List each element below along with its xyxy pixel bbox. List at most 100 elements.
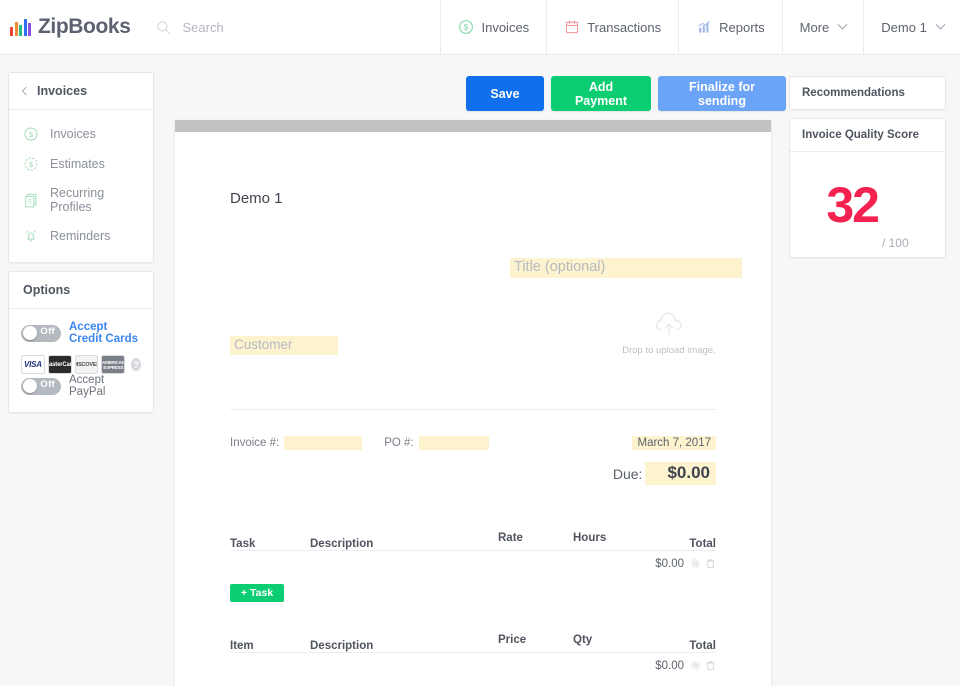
quality-score-value: 32: [826, 176, 880, 233]
nav-label-invoices: Invoices: [481, 19, 530, 35]
calendar-icon: [566, 20, 579, 34]
chevron-down-icon: [837, 19, 848, 30]
sidebar-item-label-recurring: Recurring Profiles: [50, 186, 105, 214]
due-label: Due:: [612, 465, 643, 482]
zipbooks-bars-logo-icon: [10, 18, 31, 36]
invoice-accent-bar[interactable]: [175, 120, 771, 132]
task-col-task: Task: [230, 538, 256, 550]
brand-logo[interactable]: ZipBooks: [0, 0, 131, 54]
discover-logo-icon: DISCOVER: [74, 355, 99, 374]
invoice-header-row: Demo 1: [230, 190, 716, 207]
task-row-total: $0.00: [655, 557, 685, 570]
mastercard-logo-icon: MasterCard: [47, 355, 72, 374]
dollar-circle-icon: $: [24, 127, 38, 141]
nav-item-account[interactable]: Demo 1: [863, 0, 960, 54]
po-number-label: PO #:: [384, 437, 414, 449]
chevron-left-icon[interactable]: [21, 86, 31, 95]
sidebar-invoices-card: Invoices $ Invoices $ Estimates S Recurr…: [8, 72, 154, 263]
invoice-title-field[interactable]: Title (optional): [510, 258, 742, 278]
item-col-description: Description: [310, 640, 374, 652]
dropzone-label: Drop to upload image.: [622, 345, 716, 356]
invoice-date-field[interactable]: March 7, 2017: [632, 436, 716, 450]
svg-text:$: $: [464, 23, 469, 32]
gear-icon[interactable]: [690, 558, 701, 569]
nav-item-invoices[interactable]: $ Invoices: [440, 0, 546, 54]
item-col-qty: Qty: [573, 634, 593, 646]
finalize-for-sending-button[interactable]: Finalize for sending: [658, 76, 786, 111]
dollar-dashed-circle-icon: $: [24, 157, 38, 171]
question-mark-icon[interactable]: ?: [131, 358, 142, 371]
nav-label-reports: Reports: [719, 19, 765, 35]
bell-icon: [26, 230, 36, 242]
invoice-quality-score-card: Invoice Quality Score 32 / 100: [789, 118, 946, 258]
po-number-field[interactable]: [418, 436, 489, 450]
search-area[interactable]: [130, 0, 441, 54]
documents-icon: S: [25, 193, 37, 208]
sidebar-header[interactable]: Invoices: [9, 73, 153, 110]
customer-field[interactable]: Customer: [230, 336, 338, 355]
section-divider: [230, 409, 716, 410]
quality-score-title: Invoice Quality Score: [790, 119, 945, 152]
table-row: $0.00: [230, 550, 716, 576]
task-col-hours: Hours: [573, 532, 607, 544]
invoice-number-field[interactable]: [284, 436, 363, 450]
task-col-description: Description: [310, 538, 374, 550]
trash-icon[interactable]: [705, 660, 716, 671]
options-body: Off Accept Credit Cards VISA MasterCard …: [9, 309, 153, 412]
brand-name: ZipBooks: [38, 15, 131, 38]
add-payment-button[interactable]: Add Payment: [551, 76, 651, 111]
nav-label-more: More: [799, 19, 830, 35]
invoice-meta-row: Invoice #: PO #: March 7, 2017: [230, 436, 716, 450]
sidebar-item-label-estimates: Estimates: [50, 157, 105, 171]
search-input[interactable]: [180, 18, 441, 36]
accept-credit-cards-toggle[interactable]: Off: [21, 324, 61, 342]
toggle-state-label: Off: [40, 378, 55, 390]
dollar-circle-icon: $: [459, 20, 474, 34]
nav-label-account: Demo 1: [881, 19, 927, 35]
right-panel: Recommendations Invoice Quality Score 32…: [789, 76, 946, 258]
accept-credit-cards-label[interactable]: Accept Credit Cards: [69, 321, 141, 345]
sidebar: Invoices $ Invoices $ Estimates S Recurr…: [8, 72, 154, 413]
item-table: Item Description Price Qty Total $0.00: [230, 630, 716, 686]
amex-logo-icon: AMERICAN EXPRESS: [101, 355, 126, 374]
item-row-actions: [690, 660, 716, 671]
invoice-number-label: Invoice #:: [230, 437, 280, 449]
amount-due-row: Due: $0.00: [230, 462, 716, 485]
task-col-rate: Rate: [498, 532, 523, 544]
gear-icon[interactable]: [690, 660, 701, 671]
save-button[interactable]: Save: [466, 76, 544, 111]
task-table-header: Task Description Rate Hours Total: [230, 528, 716, 550]
svg-text:S: S: [28, 200, 32, 206]
options-header: Options: [9, 272, 153, 309]
accept-paypal-row: Off Accept PayPal: [21, 374, 141, 398]
nav-item-reports[interactable]: Reports: [678, 0, 782, 54]
bar-chart-icon: [698, 21, 711, 33]
sidebar-item-recurring-profiles[interactable]: S Recurring Profiles: [9, 179, 153, 221]
sidebar-item-invoices[interactable]: $ Invoices: [9, 119, 153, 149]
nav-item-transactions[interactable]: Transactions: [546, 0, 678, 54]
invoice-document: Demo 1 Title (optional) Customer Drop to…: [175, 120, 771, 686]
nav-item-more[interactable]: More: [781, 0, 864, 54]
quality-score-denominator: / 100: [881, 236, 909, 250]
accept-paypal-toggle[interactable]: Off: [21, 377, 61, 395]
add-task-button[interactable]: + Task: [230, 584, 285, 602]
sidebar-menu: $ Invoices $ Estimates S Recurring Profi…: [9, 110, 153, 262]
task-col-total: Total: [689, 538, 716, 550]
options-card: Options Off Accept Credit Cards VISA Mas…: [8, 271, 154, 413]
recommendations-title: Recommendations: [802, 87, 905, 99]
sidebar-item-label-invoices: Invoices: [50, 127, 96, 141]
sidebar-item-reminders[interactable]: Reminders: [9, 221, 153, 251]
item-col-item: Item: [230, 640, 254, 652]
top-nav-links: $ Invoices Transactions Reports More Dem…: [440, 0, 960, 54]
quality-score-body: 32 / 100: [790, 152, 945, 257]
credit-card-brand-logos: VISA MasterCard DISCOVER AMERICAN EXPRES…: [21, 355, 142, 374]
sidebar-item-estimates[interactable]: $ Estimates: [9, 149, 153, 179]
svg-text:$: $: [29, 130, 34, 139]
invoice-body: Demo 1 Title (optional) Customer Drop to…: [175, 190, 771, 672]
item-row-total: $0.00: [655, 659, 685, 672]
recommendations-card[interactable]: Recommendations: [789, 76, 946, 110]
logo-upload-dropzone[interactable]: Drop to upload image.: [593, 312, 745, 356]
task-row-actions: [690, 558, 716, 569]
business-name[interactable]: Demo 1: [230, 190, 283, 207]
trash-icon[interactable]: [705, 558, 716, 569]
